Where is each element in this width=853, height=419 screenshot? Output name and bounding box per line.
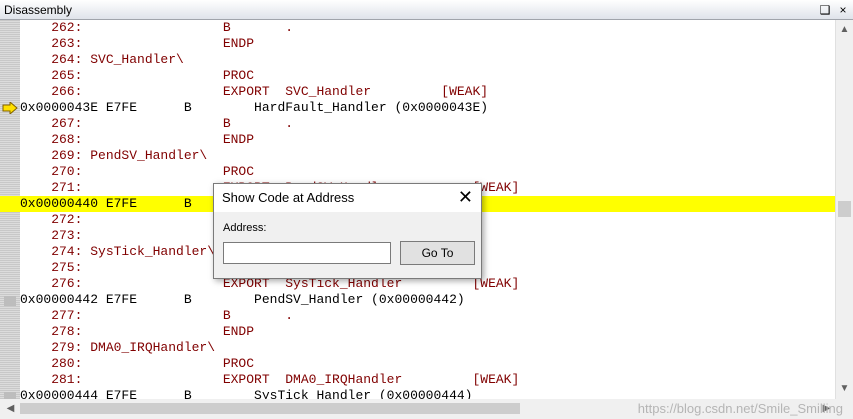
source-line[interactable]: 262: B . xyxy=(0,20,835,36)
line-marker-icon xyxy=(4,296,16,306)
line-text: 277: B . xyxy=(20,308,294,323)
line-text: 274: SysTick_Handler\ xyxy=(20,244,216,259)
address-input[interactable] xyxy=(223,242,391,264)
source-line[interactable]: 278: ENDP xyxy=(0,324,835,340)
line-text: 0x00000442 E7FE B PendSV_Handler (0x0000… xyxy=(20,292,465,307)
line-text: 270: PROC xyxy=(20,164,255,179)
watermark: https://blog.csdn.net/Smile_Smilling xyxy=(637,401,843,416)
source-line[interactable]: 277: B . xyxy=(0,308,835,324)
line-text: 263: ENDP xyxy=(20,36,255,51)
source-line[interactable]: 268: ENDP xyxy=(0,132,835,148)
horizontal-scroll-thumb[interactable] xyxy=(20,403,520,414)
line-text: 279: DMA0_IRQHandler\ xyxy=(20,340,216,355)
line-text: 269: PendSV_Handler\ xyxy=(20,148,208,163)
vertical-scrollbar[interactable]: ▲ ▼ xyxy=(835,20,853,399)
close-icon[interactable]: × xyxy=(836,3,850,17)
source-line[interactable]: 267: B . xyxy=(0,116,835,132)
pin-icon[interactable]: ❑ xyxy=(818,3,832,17)
line-text: 267: B . xyxy=(20,116,294,131)
dialog-close-icon[interactable]: ✕ xyxy=(458,187,473,207)
line-text: 264: SVC_Handler\ xyxy=(20,52,184,67)
source-line[interactable]: 279: DMA0_IRQHandler\ xyxy=(0,340,835,356)
source-line[interactable]: 269: PendSV_Handler\ xyxy=(0,148,835,164)
source-line[interactable]: 270: PROC xyxy=(0,164,835,180)
line-text: 280: PROC xyxy=(20,356,255,371)
line-text: 265: PROC xyxy=(20,68,255,83)
source-line[interactable]: 280: PROC xyxy=(0,356,835,372)
address-label: Address: xyxy=(223,222,267,234)
line-text: 278: ENDP xyxy=(20,324,255,339)
dialog-title: Show Code at Address xyxy=(222,190,355,205)
source-line[interactable]: 281: EXPORT DMA0_IRQHandler [WEAK] xyxy=(0,372,835,388)
asm-line[interactable]: 0x00000444 E7FE B SysTick_Handler (0x000… xyxy=(0,388,835,399)
vertical-scroll-thumb[interactable] xyxy=(838,201,851,217)
current-pc-arrow-icon xyxy=(2,102,18,114)
line-text: 281: EXPORT DMA0_IRQHandler [WEAK] xyxy=(20,372,520,387)
line-text: 262: B . xyxy=(20,20,294,35)
asm-line[interactable]: 0x00000442 E7FE B PendSV_Handler (0x0000… xyxy=(0,292,835,308)
dialog-header: Show Code at Address ✕ xyxy=(214,184,481,212)
show-code-dialog: Show Code at Address ✕ Address: Go To xyxy=(213,183,482,279)
line-text: 268: ENDP xyxy=(20,132,255,147)
line-text: 266: EXPORT SVC_Handler [WEAK] xyxy=(20,84,489,99)
source-line[interactable]: 265: PROC xyxy=(0,68,835,84)
source-line[interactable]: 263: ENDP xyxy=(0,36,835,52)
asm-line[interactable]: 0x0000043E E7FE B HardFault_Handler (0x0… xyxy=(0,100,835,116)
line-text: 0x00000444 E7FE B SysTick_Handler (0x000… xyxy=(20,388,473,399)
scroll-down-icon[interactable]: ▼ xyxy=(836,382,853,396)
line-text: 0x0000043E E7FE B HardFault_Handler (0x0… xyxy=(20,100,489,115)
scroll-up-icon[interactable]: ▲ xyxy=(836,23,853,37)
disassembly-titlebar: Disassembly ❑ × xyxy=(0,0,853,20)
source-line[interactable]: 264: SVC_Handler\ xyxy=(0,52,835,68)
scroll-left-icon[interactable]: ◀ xyxy=(2,402,19,416)
line-marker-icon xyxy=(4,392,16,399)
go-to-button[interactable]: Go To xyxy=(400,241,475,265)
source-line[interactable]: 266: EXPORT SVC_Handler [WEAK] xyxy=(0,84,835,100)
window-title: Disassembly xyxy=(4,3,73,17)
